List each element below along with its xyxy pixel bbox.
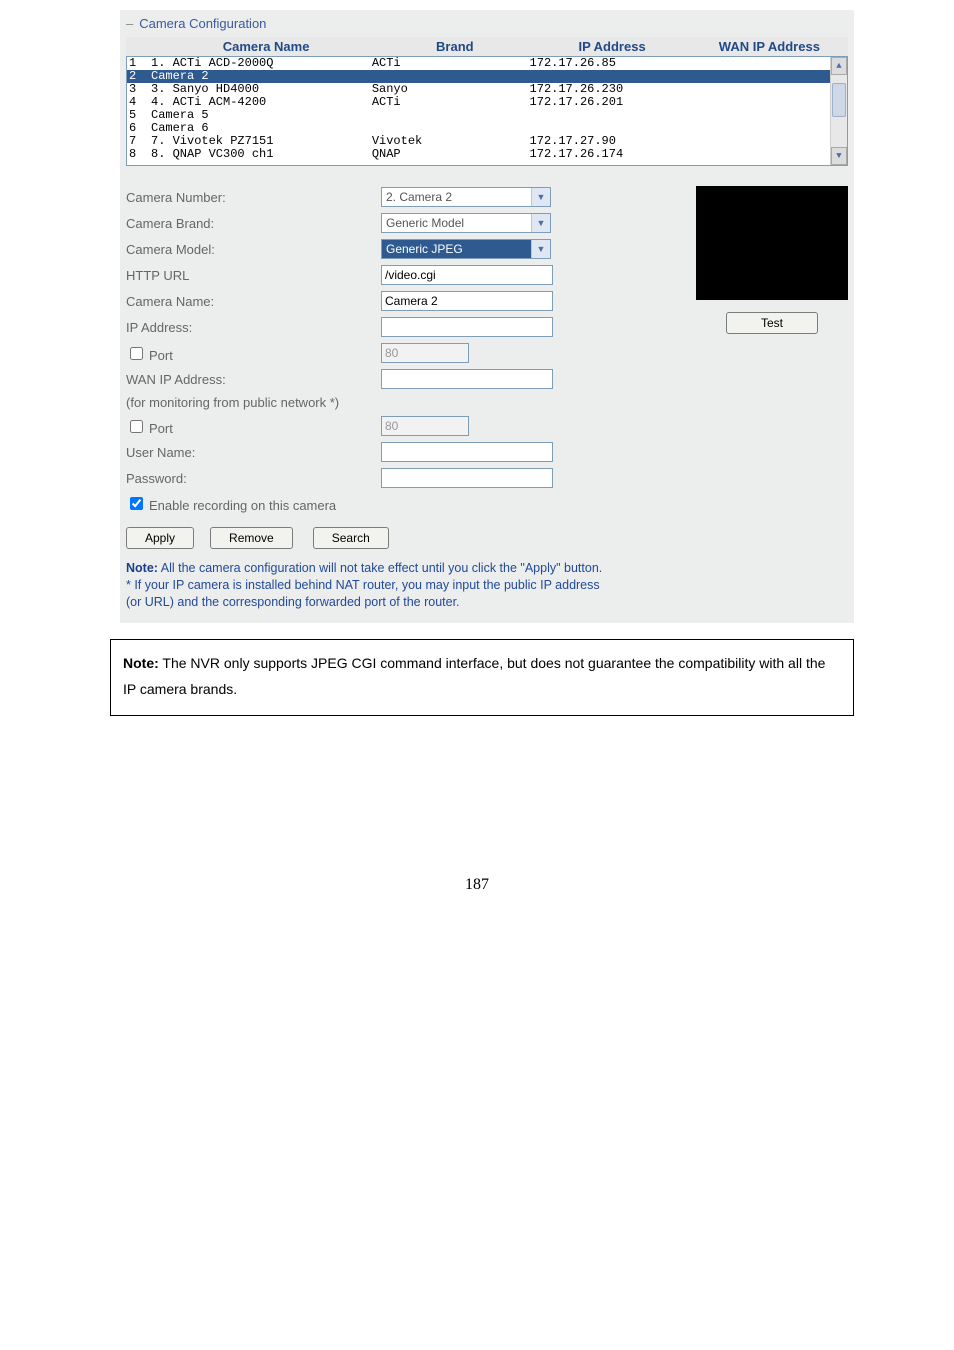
search-button[interactable]: Search xyxy=(313,527,389,549)
camera-number-value: 2. Camera 2 xyxy=(382,190,531,204)
outer-note-prefix: Note: xyxy=(123,655,159,671)
public-network-note: (for monitoring from public network *) xyxy=(126,395,339,410)
table-row[interactable]: 88. QNAP VC300 ch1QNAP172.17.26.174 xyxy=(127,148,847,161)
outer-note-body: The NVR only supports JPEG CGI command i… xyxy=(123,655,825,698)
header-ip: IP Address xyxy=(533,37,690,56)
header-brand: Brand xyxy=(376,37,533,56)
camera-brand-value: Generic Model xyxy=(382,216,531,230)
panel-note: Note: All the camera configuration will … xyxy=(126,560,848,611)
label-user: User Name: xyxy=(126,445,381,460)
section-title-text: Camera Configuration xyxy=(139,16,266,31)
wan-input[interactable] xyxy=(381,369,553,389)
camera-model-select[interactable]: Generic JPEG ▼ xyxy=(381,239,551,259)
dash-icon: – xyxy=(126,16,133,31)
label-camera-number: Camera Number: xyxy=(126,190,381,205)
note-line1: All the camera configuration will not ta… xyxy=(158,561,602,575)
label-password: Password: xyxy=(126,471,381,486)
camera-number-select[interactable]: 2. Camera 2 ▼ xyxy=(381,187,551,207)
label-ip: IP Address: xyxy=(126,320,381,335)
scroll-track[interactable] xyxy=(831,75,847,147)
page-number: 187 xyxy=(0,876,954,894)
remove-button[interactable]: Remove xyxy=(210,527,293,549)
scroll-thumb[interactable] xyxy=(832,83,846,117)
document-note: Note: The NVR only supports JPEG CGI com… xyxy=(110,639,854,716)
chevron-down-icon[interactable]: ▼ xyxy=(531,240,550,258)
chevron-down-icon[interactable]: ▼ xyxy=(531,214,550,232)
user-input[interactable] xyxy=(381,442,553,462)
note-line3: (or URL) and the corresponding forwarded… xyxy=(126,595,460,609)
header-name: Camera Name xyxy=(156,37,376,56)
label-port1: Port xyxy=(149,348,173,363)
ip-input[interactable] xyxy=(381,317,553,337)
label-camera-name: Camera Name: xyxy=(126,294,381,309)
scrollbar[interactable]: ▲ ▼ xyxy=(830,57,847,165)
port2-input[interactable] xyxy=(381,416,469,436)
chevron-down-icon[interactable]: ▼ xyxy=(531,188,550,206)
camera-form: Camera Number: 2. Camera 2 ▼ Camera Bran… xyxy=(126,184,848,552)
label-enable-recording: Enable recording on this camera xyxy=(149,498,336,513)
apply-button[interactable]: Apply xyxy=(126,527,194,549)
test-button[interactable]: Test xyxy=(726,312,818,334)
camera-name-input[interactable] xyxy=(381,291,553,311)
note-prefix: Note: xyxy=(126,561,158,575)
password-input[interactable] xyxy=(381,468,553,488)
camera-model-value: Generic JPEG xyxy=(382,242,531,256)
header-wan: WAN IP Address xyxy=(691,37,848,56)
list-header: Camera Name Brand IP Address WAN IP Addr… xyxy=(126,37,848,56)
port1-input[interactable] xyxy=(381,343,469,363)
enable-recording-checkbox[interactable] xyxy=(130,497,143,510)
camera-brand-select[interactable]: Generic Model ▼ xyxy=(381,213,551,233)
camera-preview xyxy=(696,186,848,300)
camera-listbox[interactable]: 11. ACTi ACD-2000QACTi172.17.26.852Camer… xyxy=(126,56,848,166)
port2-checkbox[interactable] xyxy=(130,420,143,433)
port1-checkbox[interactable] xyxy=(130,347,143,360)
label-http-url: HTTP URL xyxy=(126,268,381,283)
section-title: –Camera Configuration xyxy=(126,14,848,37)
note-line2: * If your IP camera is installed behind … xyxy=(126,578,600,592)
label-wan: WAN IP Address: xyxy=(126,372,381,387)
scroll-up-icon[interactable]: ▲ xyxy=(831,57,847,75)
label-camera-model: Camera Model: xyxy=(126,242,381,257)
http-url-input[interactable] xyxy=(381,265,553,285)
label-camera-brand: Camera Brand: xyxy=(126,216,381,231)
table-row[interactable]: 11. ACTi ACD-2000QACTi172.17.26.85 xyxy=(127,57,847,70)
table-row[interactable]: 44. ACTi ACM-4200ACTi172.17.26.201 xyxy=(127,96,847,109)
table-row[interactable]: 5Camera 5 xyxy=(127,109,847,122)
scroll-down-icon[interactable]: ▼ xyxy=(831,147,847,165)
label-port2: Port xyxy=(149,421,173,436)
camera-config-panel: –Camera Configuration Camera Name Brand … xyxy=(120,10,854,623)
